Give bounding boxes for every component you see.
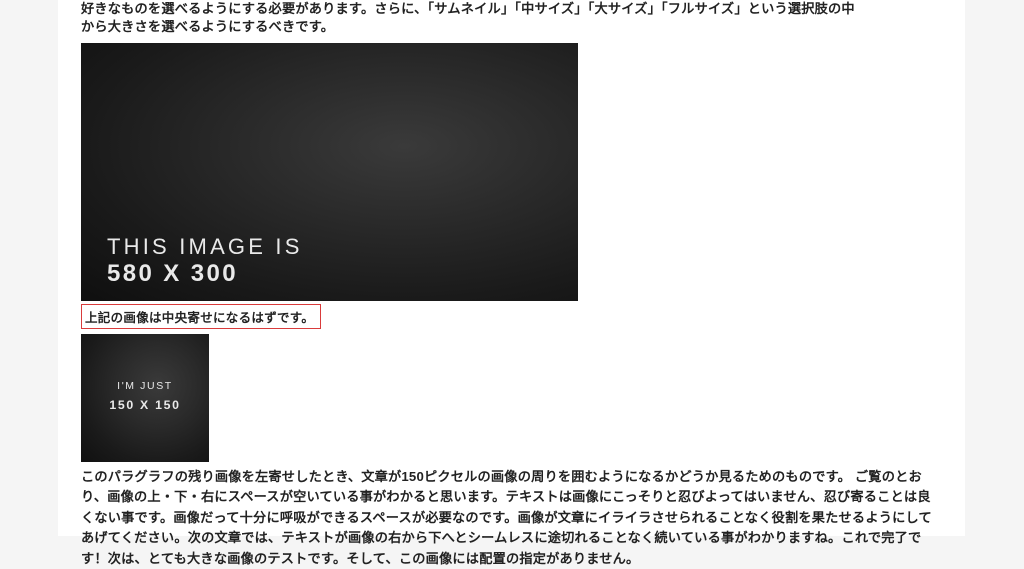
intro-line-2: から大きさを選べるようにするべきです。 — [81, 19, 334, 34]
image-150-wrapper: I'M JUST 150 X 150 — [81, 334, 945, 462]
image-580-caption-line2: 580 X 300 — [107, 260, 238, 288]
image-caption-highlight: 上記の画像は中央寄せになるはずです。 — [81, 304, 321, 329]
image-580-caption-line1: THIS IMAGE IS — [107, 234, 303, 260]
image-150-caption-line1: I'M JUST — [81, 380, 209, 392]
intro-paragraph: 好きなものを選べるようにする必要があります。さらに、「サムネイル」「中サイズ」「… — [81, 0, 945, 37]
image-caption-text: 上記の画像は中央寄せになるはずです。 — [85, 311, 314, 325]
intro-line-1: 好きなものを選べるようにする必要があります。さらに、「サムネイル」「中サイズ」「… — [81, 1, 855, 16]
placeholder-image-580x300: THIS IMAGE IS 580 X 300 — [81, 43, 578, 301]
image-150-caption-line2: 150 X 150 — [81, 398, 209, 412]
content-sheet: 好きなものを選べるようにする必要があります。さらに、「サムネイル」「中サイズ」「… — [58, 0, 965, 536]
placeholder-image-150x150: I'M JUST 150 X 150 — [81, 334, 209, 462]
body-paragraph: このパラグラフの残り画像を左寄せしたとき、文章が150ピクセルの画像の周りを囲む… — [81, 467, 943, 569]
